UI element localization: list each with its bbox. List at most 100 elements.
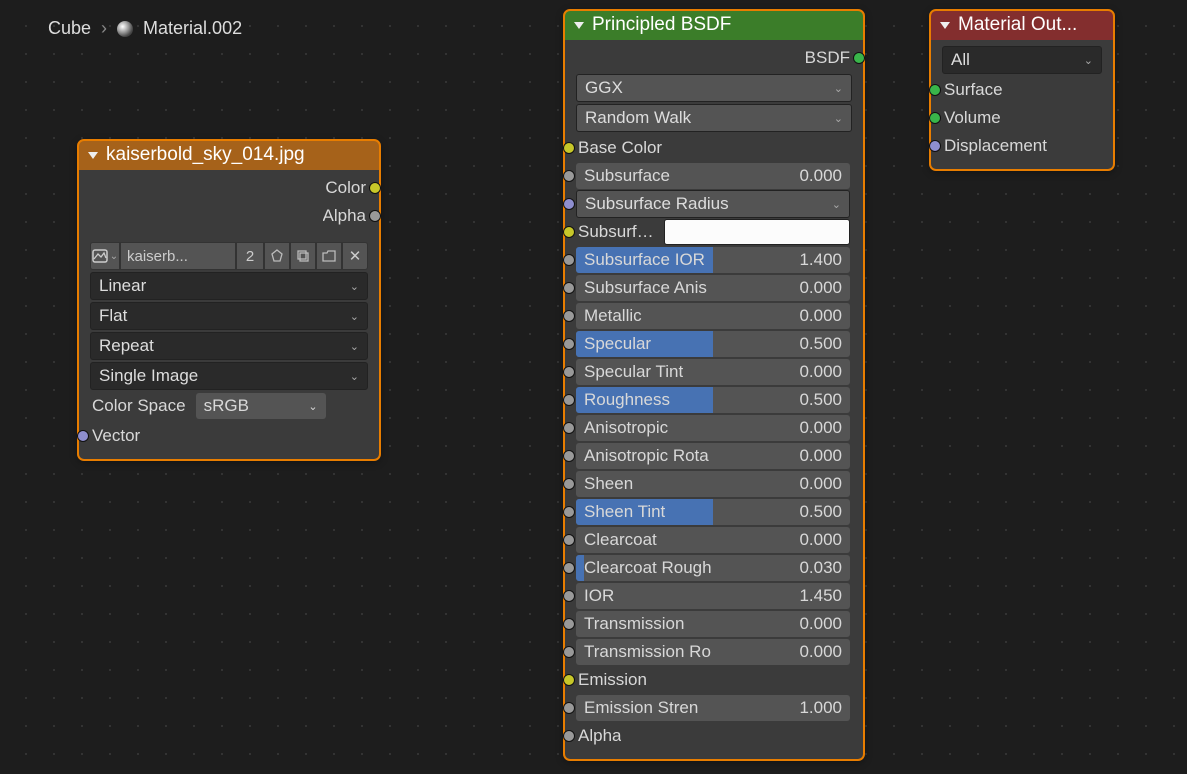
socket-color-out[interactable] [369, 182, 381, 194]
source-dropdown[interactable]: Single Image⌄ [90, 362, 368, 390]
node-material-output[interactable]: Material Out... All⌄ Surface Volume Disp… [930, 10, 1114, 170]
socket-alpha-in[interactable] [563, 730, 575, 742]
socket-specular-in[interactable] [563, 338, 575, 350]
socket-metallic-in[interactable] [563, 310, 575, 322]
socket-sheen-in[interactable] [563, 478, 575, 490]
interpolation-dropdown[interactable]: Linear⌄ [90, 272, 368, 300]
node-header[interactable]: Principled BSDF [564, 10, 864, 40]
socket-sheen-tint-in[interactable] [563, 506, 575, 518]
slider-transmission[interactable]: Transmission0.000 [576, 611, 850, 637]
input-specular-tint[interactable]: Specular Tint0.000 [570, 358, 858, 386]
subsurface-method-dropdown[interactable]: Random Walk⌄ [576, 104, 852, 132]
socket-transmission-rough-in[interactable] [563, 646, 575, 658]
projection-dropdown[interactable]: Flat⌄ [90, 302, 368, 330]
slider-subsurface-anis[interactable]: Subsurface Anis0.000 [576, 275, 850, 301]
input-anisotropic[interactable]: Anisotropic0.000 [570, 414, 858, 442]
breadcrumb-material[interactable]: Material.002 [143, 18, 242, 39]
input-subsurface-radius[interactable]: Subsurface Radius⌄ [570, 190, 858, 218]
slider-metallic[interactable]: Metallic0.000 [576, 303, 850, 329]
input-clearcoat-rough[interactable]: Clearcoat Rough0.030 [570, 554, 858, 582]
breadcrumb[interactable]: Cube › Material.002 [48, 18, 242, 39]
slider-anisotropic-rot[interactable]: Anisotropic Rota0.000 [576, 443, 850, 469]
socket-ior-in[interactable] [563, 590, 575, 602]
slider-specular[interactable]: Specular0.500 [576, 331, 850, 357]
socket-roughness-in[interactable] [563, 394, 575, 406]
image-datablock[interactable]: ⌄ kaiserb... 2 ✕ [90, 242, 368, 270]
socket-subsurf-radius-in[interactable] [563, 198, 575, 210]
chevron-down-icon[interactable] [574, 22, 584, 29]
image-browse-dropdown[interactable]: ⌄ [90, 242, 120, 270]
input-subsurface-ior[interactable]: Subsurface IOR1.400 [570, 246, 858, 274]
input-sheen[interactable]: Sheen0.000 [570, 470, 858, 498]
chevron-down-icon[interactable] [940, 22, 950, 29]
image-name-field[interactable]: kaiserb... [120, 242, 236, 270]
chevron-down-icon: ⌄ [1084, 54, 1093, 67]
slider-subsurface[interactable]: Subsurface0.000 [576, 163, 850, 189]
node-title: Principled BSDF [592, 14, 731, 36]
node-header[interactable]: kaiserbold_sky_014.jpg [78, 140, 380, 170]
colorspace-dropdown[interactable]: sRGB⌄ [196, 393, 326, 419]
input-specular[interactable]: Specular0.500 [570, 330, 858, 358]
node-header[interactable]: Material Out... [930, 10, 1114, 40]
distribution-dropdown[interactable]: GGX⌄ [576, 74, 852, 102]
input-subsurface[interactable]: Subsurface0.000 [570, 162, 858, 190]
socket-volume-in[interactable] [929, 112, 941, 124]
socket-transmission-in[interactable] [563, 618, 575, 630]
input-clearcoat[interactable]: Clearcoat0.000 [570, 526, 858, 554]
target-dropdown[interactable]: All⌄ [942, 46, 1102, 74]
socket-subsurf-color-in[interactable] [563, 226, 575, 238]
socket-displacement-in[interactable] [929, 140, 941, 152]
socket-base-color-in[interactable] [563, 142, 575, 154]
unlink-image-icon[interactable]: ✕ [342, 242, 368, 270]
node-image-texture[interactable]: kaiserbold_sky_014.jpg Color Alpha ⌄ kai… [78, 140, 380, 460]
chevron-right-icon: › [101, 18, 107, 39]
breadcrumb-object[interactable]: Cube [48, 18, 91, 39]
socket-anisotropic-rot-in[interactable] [563, 450, 575, 462]
input-subsurface-color[interactable]: Subsurfa... [570, 218, 858, 246]
slider-roughness[interactable]: Roughness0.500 [576, 387, 850, 413]
input-subsurface-anis[interactable]: Subsurface Anis0.000 [570, 274, 858, 302]
input-roughness[interactable]: Roughness0.500 [570, 386, 858, 414]
socket-emission-strength-in[interactable] [563, 702, 575, 714]
node-principled-bsdf[interactable]: Principled BSDF BSDF GGX⌄ Random Walk⌄ B… [564, 10, 864, 760]
socket-subsurface-in[interactable] [563, 170, 575, 182]
socket-surface-in[interactable] [929, 84, 941, 96]
input-transmission[interactable]: Transmission0.000 [570, 610, 858, 638]
slider-subsurface-ior[interactable]: Subsurface IOR1.400 [576, 247, 850, 273]
fake-user-icon[interactable] [264, 242, 290, 270]
image-user-count[interactable]: 2 [236, 242, 264, 270]
slider-transmission-rough[interactable]: Transmission Ro0.000 [576, 639, 850, 665]
input-ior[interactable]: IOR1.450 [570, 582, 858, 610]
subsurface-color-swatch[interactable] [664, 219, 850, 245]
slider-sheen[interactable]: Sheen0.000 [576, 471, 850, 497]
socket-clearcoat-rough-in[interactable] [563, 562, 575, 574]
slider-clearcoat[interactable]: Clearcoat0.000 [576, 527, 850, 553]
socket-emission-in[interactable] [563, 674, 575, 686]
input-transmission-rough[interactable]: Transmission Ro0.000 [570, 638, 858, 666]
chevron-down-icon[interactable] [88, 152, 98, 159]
slider-sheen-tint[interactable]: Sheen Tint0.500 [576, 499, 850, 525]
slider-clearcoat-rough[interactable]: Clearcoat Rough0.030 [576, 555, 850, 581]
socket-vector-in[interactable] [77, 430, 89, 442]
slider-specular-tint[interactable]: Specular Tint0.000 [576, 359, 850, 385]
open-image-icon[interactable] [316, 242, 342, 270]
new-image-icon[interactable] [290, 242, 316, 270]
input-sheen-tint[interactable]: Sheen Tint0.500 [570, 498, 858, 526]
slider-anisotropic[interactable]: Anisotropic0.000 [576, 415, 850, 441]
socket-subsurface-ior-in[interactable] [563, 254, 575, 266]
extension-dropdown[interactable]: Repeat⌄ [90, 332, 368, 360]
input-surface: Surface [936, 76, 1108, 104]
socket-anisotropic-in[interactable] [563, 422, 575, 434]
input-metallic[interactable]: Metallic0.000 [570, 302, 858, 330]
socket-alpha-out[interactable] [369, 210, 381, 222]
slider-emission-strength[interactable]: Emission Stren1.000 [576, 695, 850, 721]
socket-bsdf-out[interactable] [853, 52, 865, 64]
input-anisotropic-rot[interactable]: Anisotropic Rota0.000 [570, 442, 858, 470]
socket-clearcoat-in[interactable] [563, 534, 575, 546]
input-emission-strength[interactable]: Emission Stren1.000 [570, 694, 858, 722]
node-title: kaiserbold_sky_014.jpg [106, 144, 305, 166]
socket-subsurface-anis-in[interactable] [563, 282, 575, 294]
slider-ior[interactable]: IOR1.450 [576, 583, 850, 609]
input-base-color: Base Color [570, 134, 858, 162]
socket-specular-tint-in[interactable] [563, 366, 575, 378]
